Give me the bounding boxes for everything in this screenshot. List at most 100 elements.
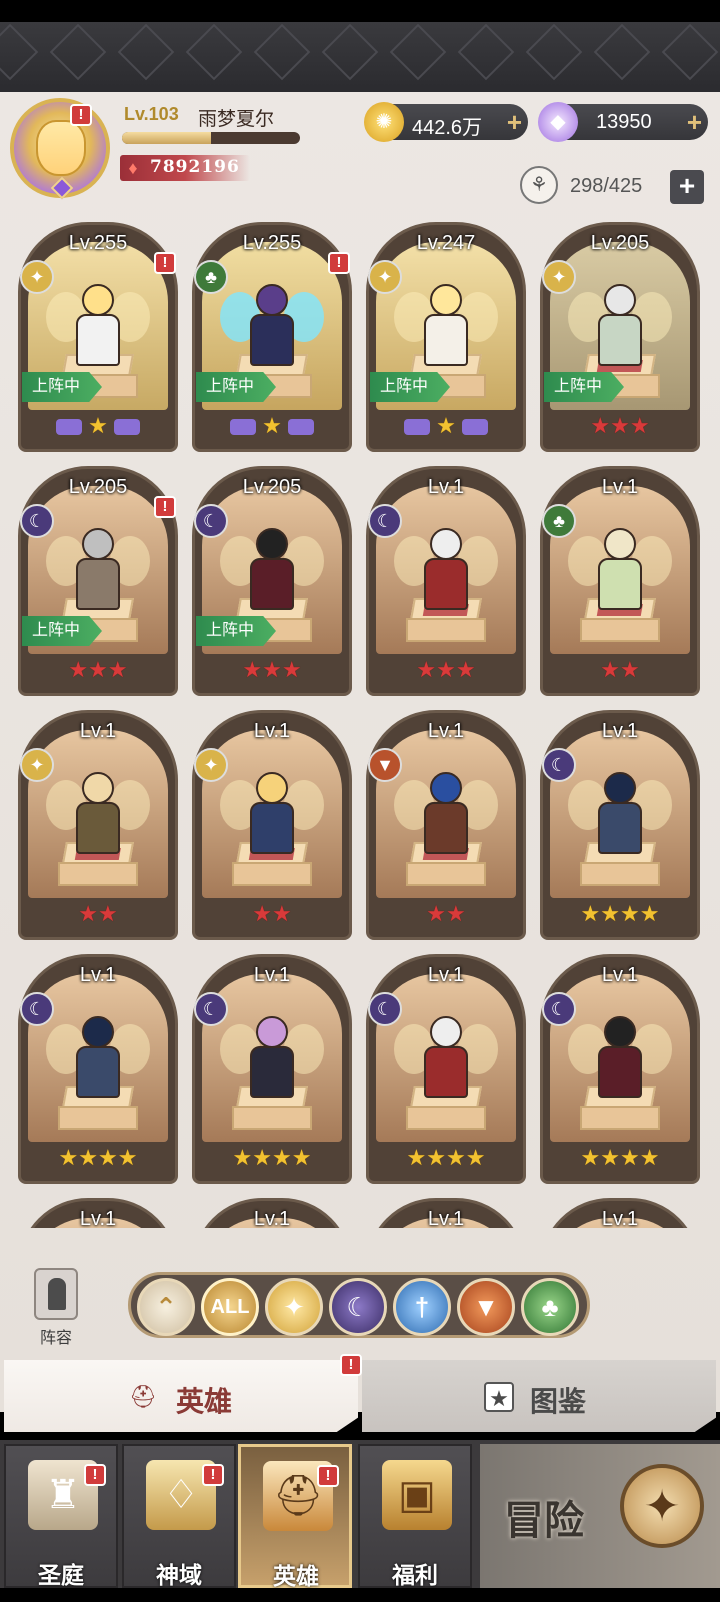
formation-button[interactable]: 阵容 [20, 1268, 92, 1348]
hero-star-rating: ★ [192, 414, 352, 438]
hero-card[interactable]: Lv.1☾ [540, 1198, 700, 1228]
hero-sprite [220, 528, 324, 618]
hero-card[interactable]: Lv.1☾ [192, 1198, 352, 1228]
avatar-portrait [36, 120, 86, 176]
exp-bar [122, 132, 300, 144]
hero-card[interactable]: Lv.1☾ [366, 1198, 526, 1228]
hero-card[interactable]: Lv.1☾ [18, 1198, 178, 1228]
hero-sprite [568, 772, 672, 862]
hero-card[interactable]: Lv.1 ✦ ★★ [18, 710, 178, 940]
hero-star-rating: ★ [18, 414, 178, 438]
light-element-icon: ✦ [20, 260, 54, 294]
dark-element-icon: ☾ [20, 992, 54, 1026]
expand-capacity-button[interactable]: + [670, 170, 704, 204]
hero-card[interactable]: Lv.1 ☾ ★★★★ [18, 954, 178, 1184]
hero-card[interactable]: Lv.205 ✦ 上阵中 ★★★ [540, 222, 700, 452]
hero-card[interactable]: Lv.1 ☾ ★★★★ [366, 954, 526, 1184]
deployed-tag: 上阵中 [196, 616, 276, 646]
player-avatar[interactable] [10, 98, 110, 200]
nav-adventure-label: 冒险 [504, 1499, 584, 1543]
player-level: Lv.103 [124, 104, 179, 124]
filter-dark-button[interactable]: ☾ [329, 1278, 387, 1336]
avatar-alert-badge: ! [70, 104, 92, 126]
formation-label: 阵容 [39, 1330, 72, 1347]
hero-level: Lv.255 [242, 232, 302, 254]
hero-card[interactable]: Lv.1 ♣ ★★ [540, 466, 700, 696]
status-bar [0, 0, 720, 22]
hero-level: Lv.1 [601, 476, 639, 498]
treasure-chest-icon: ▣ [382, 1460, 452, 1530]
tab-heroes[interactable]: ⛑ 英雄 [4, 1360, 358, 1432]
filter-nature-button[interactable]: ♣ [521, 1278, 579, 1336]
gesture-bar [0, 1588, 720, 1602]
hero-card[interactable]: Lv.1 ☾ ★★★★ [540, 710, 700, 940]
add-gem-button[interactable]: + [687, 108, 702, 136]
hero-star-rating: ★★ [252, 901, 292, 926]
hero-sprite [568, 284, 672, 374]
hero-level: Lv.1 [427, 964, 465, 986]
hero-sprite [394, 772, 498, 862]
hero-level: Lv.1 [253, 1208, 291, 1228]
nav-divine-alert: ! [202, 1464, 224, 1486]
hero-card[interactable]: Lv.247 ✦ 上阵中 ★ [366, 222, 526, 452]
hero-card[interactable]: Lv.255 ♣ 上阵中 ★ ! [192, 222, 352, 452]
dark-element-icon: ☾ [194, 992, 228, 1026]
nav-court[interactable]: ♜ ! 圣庭 [4, 1444, 118, 1588]
hero-capacity-icon: ⚘ [520, 166, 558, 204]
hero-level: Lv.255 [68, 232, 128, 254]
light-element-icon: ✦ [368, 260, 402, 294]
dark-element-icon: ☾ [368, 992, 402, 1026]
filter-all-button[interactable]: ALL [201, 1278, 259, 1336]
hero-level: Lv.1 [79, 964, 117, 986]
filter-holy-button[interactable]: † [393, 1278, 451, 1336]
nav-divine[interactable]: ♢ ! 神域 [122, 1444, 236, 1588]
hero-sprite [394, 528, 498, 618]
tab-heroes-label: 英雄 [176, 1386, 233, 1417]
tab-codex-label: 图鉴 [530, 1386, 587, 1417]
dark-element-icon: ☾ [368, 504, 402, 538]
hero-card[interactable]: Lv.1 ▼ ★★ [366, 710, 526, 940]
hero-level: Lv.1 [601, 964, 639, 986]
nav-adventure[interactable]: 冒险 ✦ [480, 1444, 720, 1588]
hero-star-rating: ★★ [78, 901, 118, 926]
gem-resource: ◆ 13950 + [538, 102, 708, 142]
filter-light-button[interactable]: ✦ [265, 1278, 323, 1336]
nav-heroes[interactable]: ⛑ ! 英雄 [238, 1444, 352, 1589]
hero-level: Lv.1 [427, 476, 465, 498]
tab-heroes-alert: ! [340, 1354, 362, 1376]
nav-heroes-alert: ! [317, 1465, 339, 1487]
dark-element-icon: ☾ [194, 504, 228, 538]
nav-court-alert: ! [84, 1464, 106, 1486]
light-element-icon: ✦ [542, 260, 576, 294]
hero-alert-badge: ! [154, 496, 176, 518]
element-filter-bar: ⌃ ALL ✦ ☾ † ▼ ♣ [128, 1272, 590, 1338]
hero-star-rating: ★★★ [242, 657, 302, 682]
filter-collapse-button[interactable]: ⌃ [137, 1278, 195, 1336]
hero-card[interactable]: Lv.1 ☾ ★★★ [366, 466, 526, 696]
hero-level: Lv.1 [79, 1208, 117, 1228]
hero-card[interactable]: Lv.205 ☾ 上阵中 ★★★ [192, 466, 352, 696]
add-gold-button[interactable]: + [507, 108, 522, 136]
hero-star-rating: ★★★★ [580, 1145, 660, 1170]
nature-element-icon: ♣ [542, 504, 576, 538]
dark-element-icon: ☾ [542, 748, 576, 782]
hero-card[interactable]: Lv.255 ✦ 上阵中 ★ ! [18, 222, 178, 452]
deployed-tag: 上阵中 [370, 372, 450, 402]
hero-sprite [568, 1016, 672, 1106]
tab-codex[interactable]: ★ 图鉴 [362, 1360, 716, 1432]
hero-sprite [46, 1016, 150, 1106]
hero-level: Lv.205 [242, 476, 302, 498]
hero-star-rating: ★★★★ [232, 1145, 312, 1170]
hero-card[interactable]: Lv.1 ✦ ★★ [192, 710, 352, 940]
hero-sprite [394, 284, 498, 374]
filter-beast-button[interactable]: ▼ [457, 1278, 515, 1336]
nav-welfare[interactable]: ▣ 福利 [358, 1444, 472, 1588]
hero-level: Lv.205 [68, 476, 128, 498]
hero-tabs: ⛑ 英雄 ★ 图鉴 ! [0, 1354, 720, 1432]
hero-card[interactable]: Lv.205 ☾ 上阵中 ★★★! [18, 466, 178, 696]
hero-alert-badge: ! [154, 252, 176, 274]
hero-sprite [220, 1016, 324, 1106]
hero-card[interactable]: Lv.1 ☾ ★★★★ [192, 954, 352, 1184]
dark-element-icon: ☾ [542, 992, 576, 1026]
hero-card[interactable]: Lv.1 ☾ ★★★★ [540, 954, 700, 1184]
